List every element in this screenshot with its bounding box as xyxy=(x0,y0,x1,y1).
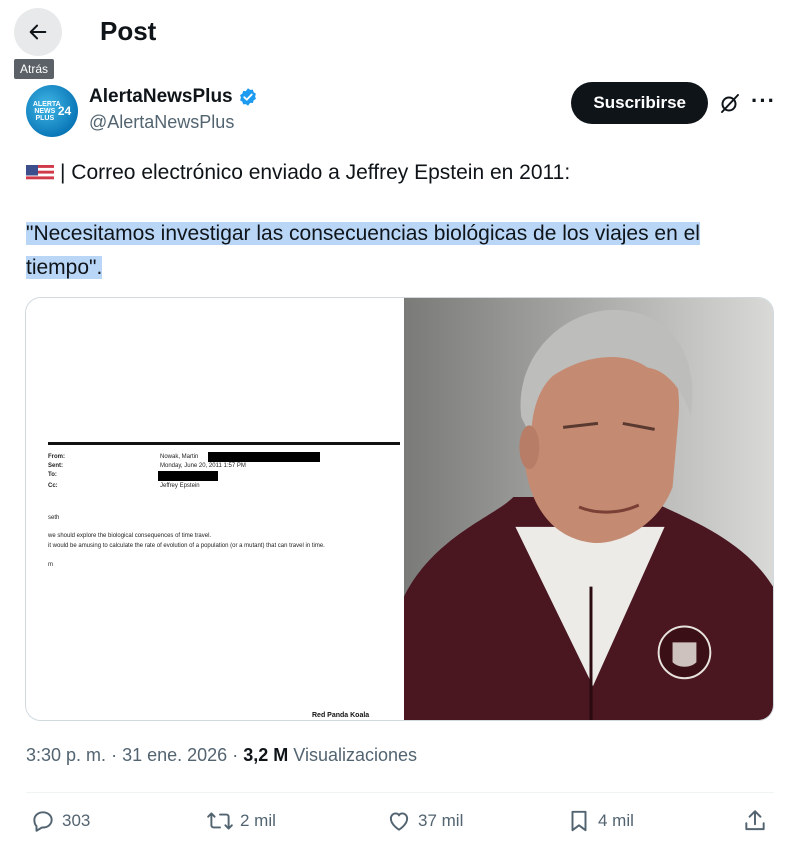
share-icon xyxy=(745,810,765,831)
share-button[interactable] xyxy=(742,808,774,834)
bookmark-button[interactable]: 4 mil xyxy=(566,808,634,834)
author-handle[interactable]: @AlertaNewsPlus xyxy=(89,112,234,133)
heart-icon xyxy=(389,812,409,831)
meta-separator: · xyxy=(111,745,118,765)
redaction-bar xyxy=(158,471,218,481)
repost-icon xyxy=(207,812,233,830)
document-watermark: Red Panda Koala xyxy=(312,712,370,719)
post-quote-text: "Necesitamos investigar las consecuencia… xyxy=(26,222,700,279)
grok-icon[interactable] xyxy=(718,91,742,115)
email-cc-label: Cc: xyxy=(48,483,58,489)
arrow-left-icon xyxy=(29,24,47,40)
views-count: 3,2 M xyxy=(243,745,289,765)
email-body-line2: it would be amusing to calculate the rat… xyxy=(48,543,325,549)
page-title: Post xyxy=(100,16,157,46)
repost-button[interactable]: 2 mil xyxy=(206,808,276,834)
email-to-label: To: xyxy=(48,472,57,478)
avatar[interactable]: ALERTA NEWS PLUS 24 xyxy=(26,85,78,137)
author-display-name[interactable]: AlertaNewsPlus xyxy=(89,86,233,108)
post-date[interactable]: 31 ene. 2026 xyxy=(122,745,227,765)
verified-badge-icon xyxy=(239,88,256,106)
post-time[interactable]: 3:30 p. m. xyxy=(26,745,106,765)
post-author: ALERTA NEWS PLUS 24 AlertaNewsPlus @Aler… xyxy=(26,82,778,138)
views-label: Visualizaciones xyxy=(293,745,418,765)
post-media[interactable]: From: Nowak, Martin Sent: Monday, June 2… xyxy=(25,297,774,721)
email-sent-value: Monday, June 20, 2011 1:57 PM xyxy=(160,463,246,469)
email-from-value: Nowak, Martin xyxy=(160,454,199,460)
subscribe-button[interactable]: Suscribirse xyxy=(571,82,708,124)
reply-icon xyxy=(33,811,53,832)
email-sent-label: Sent: xyxy=(48,463,63,469)
author-name-row[interactable]: AlertaNewsPlus xyxy=(89,86,258,108)
like-button[interactable]: 37 mil xyxy=(386,808,463,834)
email-signoff: m xyxy=(48,562,53,568)
email-document-image[interactable]: From: Nowak, Martin Sent: Monday, June 2… xyxy=(26,298,404,720)
like-count: 37 mil xyxy=(418,811,464,830)
more-options-icon[interactable]: ··· xyxy=(751,88,776,114)
post-quote: "Necesitamos investigar las consecuencia… xyxy=(26,217,778,285)
reply-button[interactable]: 303 xyxy=(30,808,90,834)
document-rule xyxy=(48,442,400,445)
email-body-line1: we should explore the biological consequ… xyxy=(48,533,212,539)
email-greeting: seth xyxy=(48,515,60,521)
email-cc-value: Jeffrey Epstein xyxy=(160,483,200,489)
meta-separator: · xyxy=(232,745,239,765)
avatar-logo-number: 24 xyxy=(57,104,72,118)
reply-count: 303 xyxy=(62,811,91,830)
back-tooltip: Atrás xyxy=(14,59,55,79)
post-meta: 3:30 p. m. · 31 ene. 2026 · 3,2 M Visual… xyxy=(26,745,417,766)
avatar-logo-text: ALERTA NEWS PLUS xyxy=(32,100,61,122)
post-actions: 303 2 mil 37 mil 4 mil xyxy=(30,808,774,842)
portrait-photo[interactable] xyxy=(404,298,773,720)
bookmark-icon xyxy=(571,810,587,832)
repost-count: 2 mil xyxy=(240,811,276,830)
redaction-bar xyxy=(208,452,320,462)
post-text-line1: | Correo electrónico enviado a Jeffrey E… xyxy=(60,161,571,184)
bookmark-count: 4 mil xyxy=(598,811,634,830)
top-bar: Post xyxy=(0,0,800,64)
back-button[interactable] xyxy=(14,8,62,56)
us-flag-icon xyxy=(26,162,54,182)
email-from-label: From: xyxy=(48,454,65,460)
divider xyxy=(26,792,774,793)
post-text: | Correo electrónico enviado a Jeffrey E… xyxy=(26,156,776,190)
